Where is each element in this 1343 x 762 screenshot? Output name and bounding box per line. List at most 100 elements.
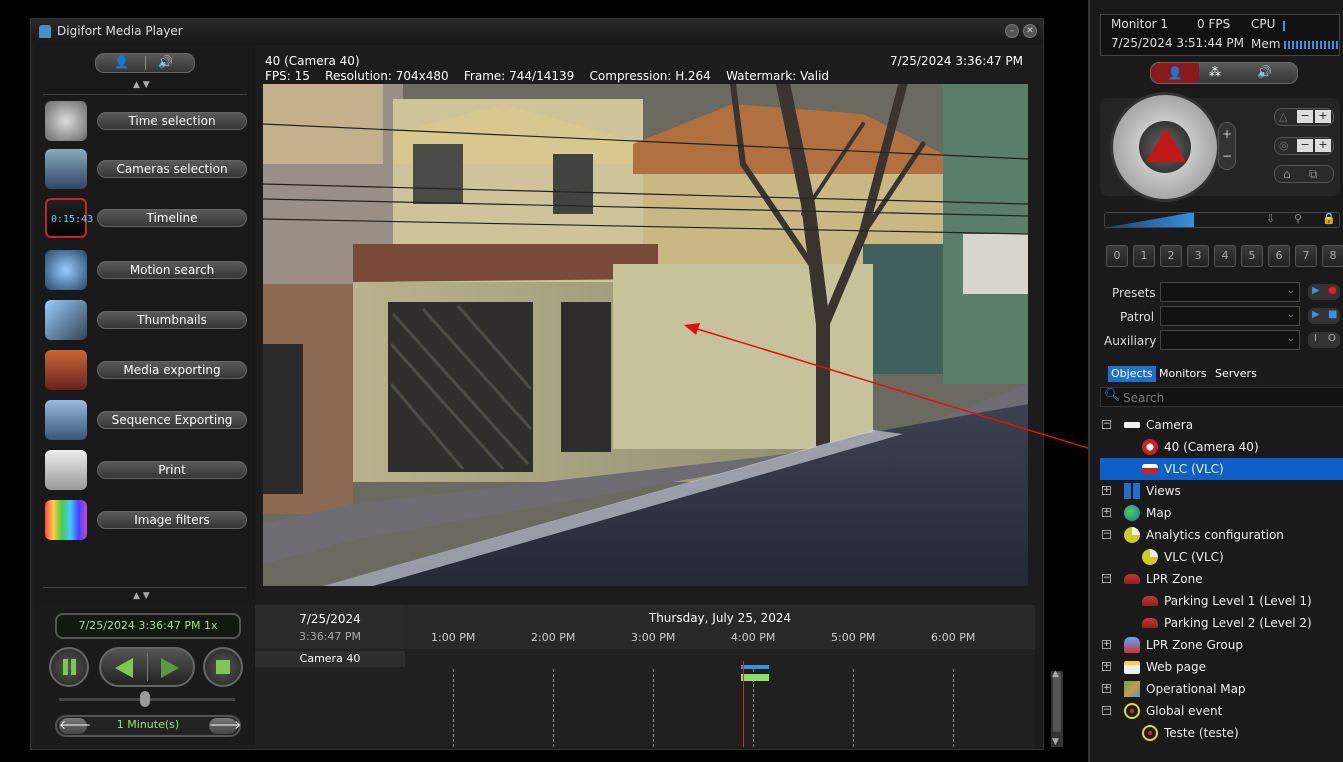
user-icon[interactable]: 👤: [1151, 63, 1199, 83]
collapse-icon[interactable]: −: [1102, 574, 1111, 583]
chevron-down-icon: ⌄: [1286, 309, 1295, 320]
tree-group-global-event[interactable]: − Global event: [1100, 700, 1343, 722]
search-icon[interactable]: ⚲: [1294, 212, 1302, 225]
preset-key-0[interactable]: 0: [1106, 245, 1128, 267]
monitor-fps: 0 FPS: [1197, 17, 1231, 31]
collapse-icon[interactable]: −: [1102, 530, 1111, 539]
speaker-icon[interactable]: 🔊: [1257, 65, 1272, 79]
search-input[interactable]: [1121, 389, 1325, 406]
tree-item[interactable]: Teste (teste): [1100, 722, 1343, 744]
expand-icon[interactable]: +: [1102, 508, 1111, 517]
play-icon[interactable]: ▶: [1312, 285, 1320, 296]
tree-item[interactable]: VLC (VLC): [1100, 546, 1343, 568]
monitor-status: Monitor 1 0 FPS CPU 7/25/2024 3:51:44 PM…: [1100, 14, 1340, 56]
presets-dropdown[interactable]: ⌄: [1160, 282, 1300, 302]
preset-key-3[interactable]: 3: [1187, 245, 1209, 267]
group-icon[interactable]: ⁂: [1209, 65, 1221, 79]
record-icon[interactable]: ●: [1328, 285, 1337, 296]
focus-minus-button[interactable]: −: [1297, 110, 1313, 123]
tree-group-views[interactable]: + Views: [1100, 480, 1343, 502]
tree-item[interactable]: Parking Level 2 (Level 2): [1100, 612, 1343, 634]
preset-key-1[interactable]: 1: [1133, 245, 1155, 267]
expand-icon[interactable]: +: [1102, 640, 1111, 649]
car-icon: [1124, 574, 1140, 584]
zoom-control[interactable]: + −: [1218, 122, 1236, 170]
ptz-speed-bar[interactable]: [1104, 212, 1340, 228]
preset-key-6[interactable]: 6: [1268, 245, 1290, 267]
joystick-icon[interactable]: ⇩: [1266, 212, 1275, 225]
tree-item[interactable]: Parking Level 1 (Level 1): [1100, 590, 1343, 612]
iris-icon: ◎: [1279, 139, 1289, 152]
expand-icon[interactable]: +: [1102, 486, 1111, 495]
tree-group-map[interactable]: + Map: [1100, 502, 1343, 524]
pie-chart-icon: [1142, 549, 1158, 565]
aux-off-icon[interactable]: O: [1328, 333, 1336, 344]
expand-icon[interactable]: +: [1102, 662, 1111, 671]
preset-key-8[interactable]: 8: [1322, 245, 1343, 267]
tab-monitors[interactable]: Monitors: [1156, 366, 1210, 382]
tree-group-camera[interactable]: − Camera: [1100, 414, 1343, 436]
tab-servers[interactable]: Servers: [1212, 366, 1260, 382]
monitor-datetime: 7/25/2024 3:51:44 PM: [1111, 36, 1245, 50]
auxiliary-actions[interactable]: IO: [1308, 332, 1340, 348]
tree-label: VLC (VLC): [1164, 550, 1224, 564]
tree-label: Operational Map: [1146, 682, 1246, 696]
event-icon: [1142, 725, 1158, 741]
preset-actions[interactable]: ▶ ●: [1308, 284, 1340, 300]
stop-icon[interactable]: ■: [1328, 309, 1337, 320]
tree-label: Camera: [1146, 418, 1194, 432]
views-grid-icon: [1124, 483, 1140, 499]
preset-key-7[interactable]: 7: [1295, 245, 1317, 267]
cpu-meter: [1283, 21, 1285, 31]
globe-icon: [1124, 505, 1140, 521]
aux-on-icon[interactable]: I: [1314, 333, 1317, 344]
tree-item[interactable]: VLC (VLC): [1100, 458, 1343, 480]
preset-key-4[interactable]: 4: [1214, 245, 1236, 267]
focus-plus-button[interactable]: +: [1315, 110, 1331, 123]
preset-icon[interactable]: ⧉: [1309, 167, 1318, 182]
pie-chart-icon: [1124, 527, 1140, 543]
event-icon: [1124, 703, 1140, 719]
camera-off-icon: [1142, 464, 1158, 474]
preset-key-5[interactable]: 5: [1241, 245, 1263, 267]
surveillance-client-panel: Monitor 1 0 FPS CPU 7/25/2024 3:51:44 PM…: [1088, 0, 1343, 762]
iris-control[interactable]: ◎ − +: [1274, 137, 1334, 155]
auxiliary-dropdown[interactable]: ⌄: [1160, 330, 1300, 350]
tree-group-operational-map[interactable]: + Operational Map: [1100, 678, 1343, 700]
iris-minus-button[interactable]: −: [1297, 139, 1313, 152]
preset-key-2[interactable]: 2: [1160, 245, 1182, 267]
operational-map-icon: [1124, 681, 1140, 697]
collapse-icon[interactable]: −: [1102, 706, 1111, 715]
magnifier-icon: 🔍︎: [1104, 388, 1121, 403]
patrol-actions[interactable]: ▶ ■: [1308, 308, 1340, 324]
camera-icon: [1124, 422, 1140, 428]
ptz-mode-switch: 👤 ⁂ 🔊: [1150, 62, 1298, 84]
iris-plus-button[interactable]: +: [1315, 139, 1331, 152]
expand-icon[interactable]: +: [1102, 684, 1111, 693]
tree-group-lpr-zone-group[interactable]: + LPR Zone Group: [1100, 634, 1343, 656]
auxiliary-label: Auxiliary: [1104, 334, 1157, 348]
tree-group-analytics-configuration[interactable]: − Analytics configuration: [1100, 524, 1343, 546]
tree-item[interactable]: 40 (Camera 40): [1100, 436, 1343, 458]
ptz-joystick[interactable]: [1110, 92, 1220, 202]
tree-label: Teste (teste): [1164, 726, 1239, 740]
focus-icon: △: [1279, 110, 1288, 123]
tree-label: Views: [1146, 484, 1181, 498]
search-box[interactable]: 🔍︎: [1100, 387, 1343, 407]
monitor-name: Monitor 1: [1111, 17, 1169, 31]
focus-control[interactable]: △ − +: [1274, 108, 1334, 126]
home-icon[interactable]: ⌂: [1283, 167, 1291, 181]
tree-group-web-page[interactable]: + Web page: [1100, 656, 1343, 678]
tree-label: Parking Level 1 (Level 1): [1164, 594, 1312, 608]
patrol-dropdown[interactable]: ⌄: [1160, 306, 1300, 326]
tree-group-lpr-zone[interactable]: − LPR Zone: [1100, 568, 1343, 590]
mem-label: Mem: [1251, 37, 1281, 51]
patrol-label: Patrol: [1120, 310, 1155, 324]
collapse-icon[interactable]: −: [1102, 420, 1111, 429]
tree-label: VLC (VLC): [1164, 462, 1224, 476]
mem-meter: [1284, 41, 1340, 49]
tab-objects[interactable]: Objects: [1108, 366, 1156, 382]
lock-icon[interactable]: 🔒: [1322, 212, 1336, 225]
play-icon[interactable]: ▶: [1312, 309, 1320, 320]
tree-label: Global event: [1146, 704, 1223, 718]
